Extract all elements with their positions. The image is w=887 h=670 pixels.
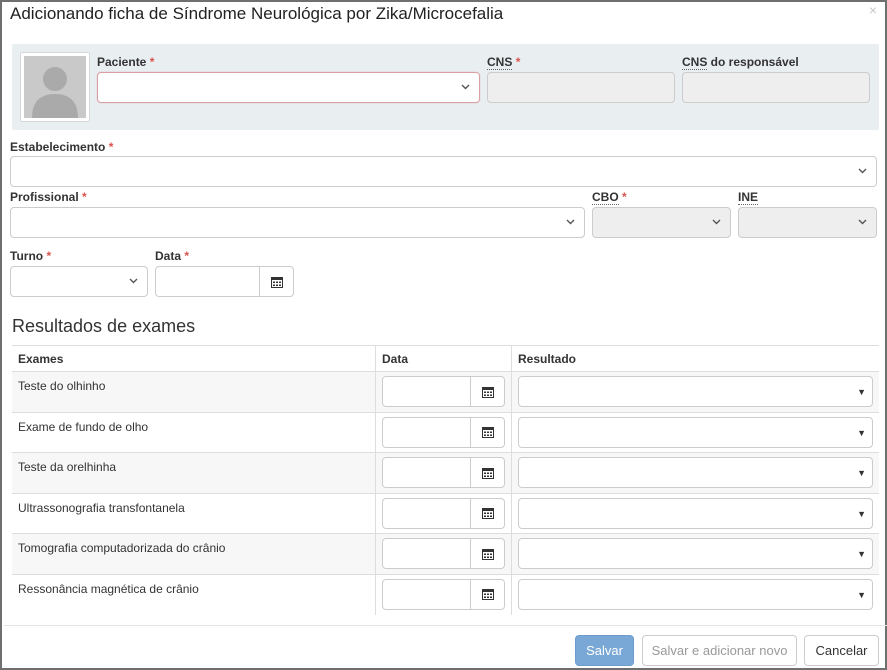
exam-result-select[interactable]: ▼: [518, 538, 873, 569]
exam-name: Teste da orelhinha: [12, 452, 376, 493]
turno-select[interactable]: [10, 266, 148, 297]
patient-panel: Paciente * CNS * CNS do responsável: [12, 44, 879, 130]
exam-date-cell: [375, 411, 512, 453]
calendar-icon[interactable]: [470, 377, 504, 406]
exam-date-cell: [375, 452, 512, 493]
column-header-data: Data: [375, 345, 512, 372]
save-button[interactable]: Salvar: [575, 635, 634, 666]
triangle-down-icon: ▼: [857, 589, 866, 600]
ine-label: INE: [738, 190, 759, 205]
cancel-button[interactable]: Cancelar: [804, 635, 879, 666]
exam-name: Exame de fundo de olho: [12, 411, 376, 453]
exam-date-cell: [375, 573, 512, 615]
exam-result-cell: ▼: [511, 533, 879, 574]
exam-date-cell: [375, 533, 512, 574]
calendar-icon[interactable]: [470, 417, 504, 447]
cbo-select: [592, 207, 731, 238]
exam-date-input[interactable]: [382, 538, 505, 569]
triangle-down-icon: ▼: [857, 387, 866, 397]
chevron-down-icon: [566, 217, 575, 225]
exam-date-input[interactable]: [382, 578, 505, 610]
exam-result-cell: ▼: [511, 371, 879, 412]
exam-date-input[interactable]: [382, 497, 505, 529]
exam-name: Teste do olhinho: [12, 371, 376, 412]
exam-result-select[interactable]: ▼: [518, 376, 873, 407]
paciente-label: Paciente *: [97, 55, 155, 69]
triangle-down-icon: ▼: [857, 508, 866, 519]
turno-label: Turno *: [10, 249, 52, 263]
exam-date-input[interactable]: [382, 376, 505, 407]
exam-result-select[interactable]: ▼: [518, 457, 873, 488]
profissional-label: Profissional *: [10, 190, 87, 204]
cns-responsavel-label: CNS do responsável: [682, 55, 799, 70]
exam-result-cell: ▼: [511, 573, 879, 615]
chevron-down-icon: [858, 217, 867, 225]
exam-name: Ultrassonografia transfontanela: [12, 492, 376, 534]
exam-date-input[interactable]: [382, 416, 505, 448]
column-header-exames: Exames: [12, 345, 376, 372]
exam-result-select[interactable]: ▼: [518, 497, 873, 529]
ine-select: [738, 207, 877, 238]
estabelecimento-label: Estabelecimento *: [10, 140, 114, 154]
profissional-select[interactable]: [10, 207, 585, 238]
exam-result-cell: ▼: [511, 492, 879, 534]
table-row: Ultrassonografia transfontanela ▼: [12, 492, 879, 534]
data-input[interactable]: [155, 266, 294, 297]
calendar-icon[interactable]: [470, 539, 504, 568]
calendar-icon[interactable]: [470, 458, 504, 487]
exams-table: Exames Data Resultado Teste do olhinho ▼ E…: [12, 345, 879, 615]
calendar-icon[interactable]: [470, 498, 504, 528]
table-row: Teste da orelhinha ▼: [12, 452, 879, 493]
paciente-select[interactable]: [97, 72, 480, 103]
cns-label: CNS *: [487, 55, 521, 70]
table-row: Exame de fundo de olho ▼: [12, 411, 879, 453]
cns-field: [487, 72, 675, 103]
table-row: Ressonância magnética de crânio ▼: [12, 573, 879, 615]
cns-responsavel-field: [682, 72, 870, 103]
triangle-down-icon: ▼: [857, 549, 866, 559]
table-header-row: Exames Data Resultado: [12, 345, 879, 372]
cbo-label: CBO *: [592, 190, 627, 205]
chevron-down-icon: [461, 82, 470, 90]
save-and-add-new-button[interactable]: Salvar e adicionar novo: [642, 635, 797, 666]
chevron-down-icon: [712, 217, 721, 225]
footer-divider: [4, 625, 887, 626]
exam-result-select[interactable]: ▼: [518, 416, 873, 448]
estabelecimento-select[interactable]: [10, 156, 877, 187]
calendar-icon[interactable]: [470, 579, 504, 609]
user-silhouette-icon: [20, 52, 90, 122]
exam-date-cell: [375, 492, 512, 534]
triangle-down-icon: ▼: [857, 468, 866, 478]
chevron-down-icon: [129, 276, 138, 284]
calendar-icon[interactable]: [259, 267, 293, 296]
exam-date-input[interactable]: [382, 457, 505, 488]
data-label: Data *: [155, 249, 190, 263]
modal-dialog: Adicionando ficha de Síndrome Neurológic…: [0, 0, 887, 670]
exam-result-cell: ▼: [511, 452, 879, 493]
exam-result-select[interactable]: ▼: [518, 578, 873, 610]
table-row: Teste do olhinho ▼: [12, 371, 879, 412]
column-header-resultado: Resultado: [511, 345, 879, 372]
close-icon[interactable]: ×: [869, 2, 877, 18]
triangle-down-icon: ▼: [857, 427, 866, 438]
chevron-down-icon: [858, 166, 867, 174]
table-row: Tomografia computadorizada do crânio ▼: [12, 533, 879, 574]
exams-section-title: Resultados de exames: [12, 316, 196, 336]
exam-result-cell: ▼: [511, 411, 879, 453]
exam-date-cell: [375, 371, 512, 412]
exam-name: Tomografia computadorizada do crânio: [12, 533, 376, 574]
modal-title: Adicionando ficha de Síndrome Neurológic…: [10, 4, 504, 23]
exam-name: Ressonância magnética de crânio: [12, 573, 376, 615]
